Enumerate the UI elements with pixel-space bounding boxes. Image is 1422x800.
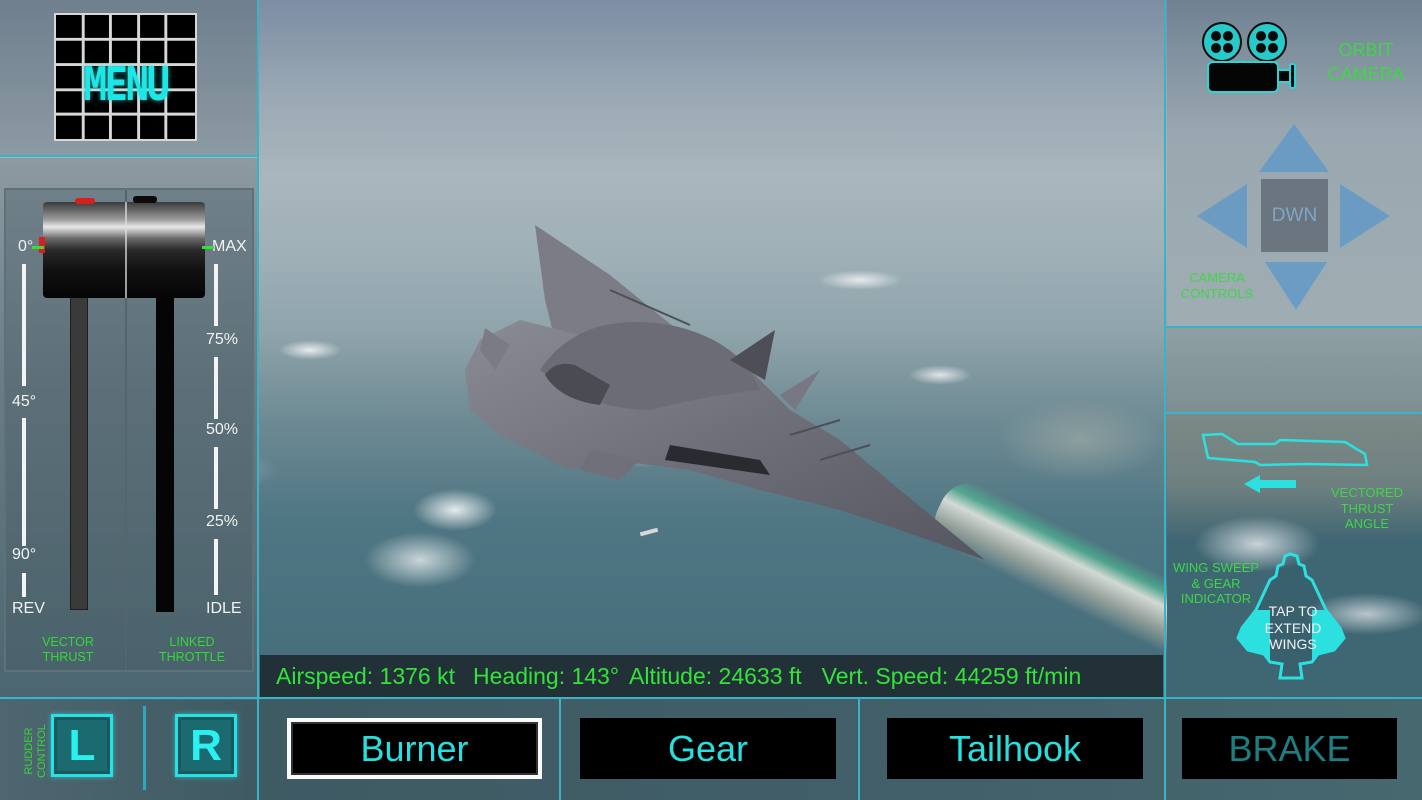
vector-green-tick [32, 246, 44, 249]
throttle-green-tick [202, 246, 214, 249]
aircraft-model [465, 225, 985, 560]
throttle-scale-bar [214, 357, 218, 419]
throttle-scale-50: 50% [206, 421, 239, 438]
throttle-scale-max: MAX [212, 238, 247, 255]
vector-position-marker [39, 237, 45, 253]
vector-thrust-caption: VECTOR THRUST [42, 635, 94, 664]
lever-red-button [75, 198, 95, 204]
throttle-lever-rod[interactable] [156, 290, 174, 612]
frame-line [559, 698, 561, 800]
telemetry-strip: Airspeed: 1376 kt Heading: 143° Altitude… [260, 655, 1163, 697]
rudder-left-button[interactable]: L [51, 714, 113, 777]
heading-readout: Heading: 143° [473, 662, 620, 689]
gear-button[interactable]: Gear [580, 718, 836, 779]
lever-split-line [125, 202, 127, 298]
vector-scale-90: 90° [12, 546, 37, 563]
camera-controls-caption: CAMERA CONTROLS [1180, 270, 1254, 301]
menu-label: MENU [83, 57, 171, 111]
airspeed-readout: Airspeed: 1376 kt [276, 662, 456, 689]
camera-left-arrow-icon[interactable] [1197, 184, 1247, 248]
camera-down-view-button[interactable]: DWN [1261, 179, 1328, 252]
rudder-right-button[interactable]: R [175, 714, 237, 777]
tap-to-extend-wings-label[interactable]: TAP TO EXTEND WINGS [1255, 603, 1331, 653]
burner-button[interactable]: Burner [287, 718, 542, 779]
linked-throttle-caption: LINKED THROTTLE [159, 635, 225, 664]
lever-black-button [133, 196, 157, 203]
throttle-scale-bar [214, 539, 218, 595]
orbit-camera-label[interactable]: ORBIT CAMERA [1316, 38, 1416, 86]
orbit-camera-icon[interactable] [1200, 22, 1305, 94]
throttle-scale-bar [214, 264, 218, 326]
tailhook-button[interactable]: Tailhook [887, 718, 1143, 779]
right-spacer-panel [1167, 328, 1422, 412]
throttle-scale-bar [214, 447, 218, 509]
rudder-control-caption: RUDDER CONTROL [23, 724, 48, 778]
camera-down-arrow-icon[interactable] [1265, 262, 1327, 310]
vector-scale-0: 0° [18, 238, 34, 255]
throttle-scale-25: 25% [206, 513, 239, 530]
menu-button[interactable]: MENU [54, 13, 197, 141]
brake-button[interactable]: BRAKE [1182, 718, 1397, 779]
frame-line [1164, 326, 1422, 328]
throttle-scale-idle: IDLE [206, 600, 242, 617]
vectored-thrust-angle-caption: VECTORED THRUST ANGLE [1331, 485, 1403, 531]
camera-up-arrow-icon[interactable] [1259, 124, 1329, 172]
vector-scale-bar [22, 264, 26, 386]
throttle-scale-75: 75% [206, 331, 239, 348]
frame-line [1164, 412, 1422, 414]
vertical-speed-readout: Vert. Speed: 44259 ft/min [821, 662, 1082, 689]
vector-thrust-lever-rod[interactable] [70, 290, 88, 610]
vector-scale-bar [22, 573, 26, 597]
vectored-thrust-aircraft-outline-icon [1201, 432, 1369, 467]
frame-line [257, 0, 259, 800]
vector-scale-45: 45° [12, 393, 37, 410]
throttle-panel: 0° 45° 90° REV MAX 75% 50% 25% IDLE VECT… [4, 188, 254, 672]
altitude-readout: Altitude: 24633 ft [629, 662, 802, 689]
frame-line [0, 697, 1422, 699]
thrust-direction-arrow-icon [1244, 475, 1296, 493]
frame-line [858, 698, 860, 800]
frame-line [1164, 0, 1166, 800]
frame-line [0, 155, 258, 157]
vector-scale-bar [22, 418, 26, 546]
vector-scale-rev: REV [12, 600, 45, 617]
throttle-lever-handle[interactable] [39, 196, 205, 298]
rudder-divider [143, 706, 146, 790]
camera-right-arrow-icon[interactable] [1340, 184, 1390, 248]
